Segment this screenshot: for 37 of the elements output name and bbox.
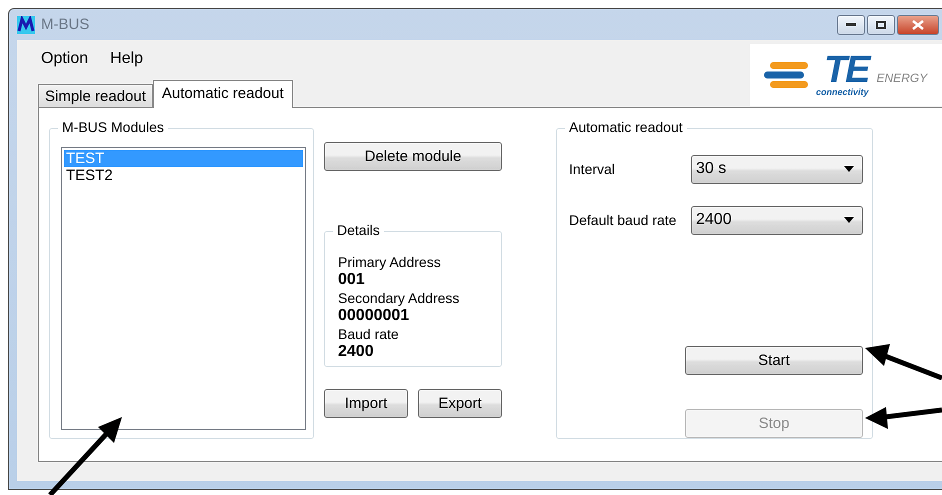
field-label: Primary Address: [338, 253, 442, 271]
field-value: 2400: [338, 343, 375, 361]
app-icon: [17, 16, 35, 34]
logo-wordmark: TE: [824, 53, 869, 87]
field-value: 00000001: [338, 307, 410, 325]
window-title: M-BUS: [41, 16, 90, 33]
group-title: Details: [333, 222, 384, 238]
dropdown[interactable]: 2400: [691, 206, 863, 234]
field-value: 001: [338, 271, 366, 289]
tab[interactable]: Simple readout: [38, 84, 153, 107]
caret-icon: [844, 217, 854, 223]
stripes-icon: [764, 62, 808, 88]
logo-subtitle: connectivity: [816, 87, 869, 97]
menu-item[interactable]: Option: [33, 50, 96, 68]
maximize-icon: [876, 20, 886, 28]
delete-button[interactable]: Delete module: [324, 142, 502, 171]
field-label: Secondary Address: [338, 289, 460, 307]
maximize-button[interactable]: [867, 14, 895, 34]
setting-label: Interval: [569, 160, 615, 178]
export-button[interactable]: Export: [418, 389, 502, 418]
module-list[interactable]: TEST TEST2: [61, 147, 306, 430]
tab[interactable]: Automatic readout: [152, 80, 293, 108]
minimize-button[interactable]: [837, 14, 865, 34]
group-title: Automatic readout: [565, 119, 687, 135]
start-button[interactable]: Start: [685, 346, 863, 375]
dropdown[interactable]: 30 s: [691, 154, 863, 184]
list-item[interactable]: TEST2: [64, 167, 303, 184]
field-label: Baud rate: [338, 325, 400, 343]
import-button[interactable]: Import: [324, 389, 408, 418]
caret-icon: [844, 166, 854, 172]
close-button[interactable]: [897, 14, 939, 34]
minimize-icon: [846, 22, 856, 26]
logo-tagline: ENERGY: [876, 71, 928, 85]
setting-label: Default baud rate: [569, 211, 676, 229]
group-title: M-BUS Modules: [58, 119, 168, 135]
menu-item[interactable]: Help: [102, 50, 152, 68]
close-icon: [912, 20, 924, 30]
